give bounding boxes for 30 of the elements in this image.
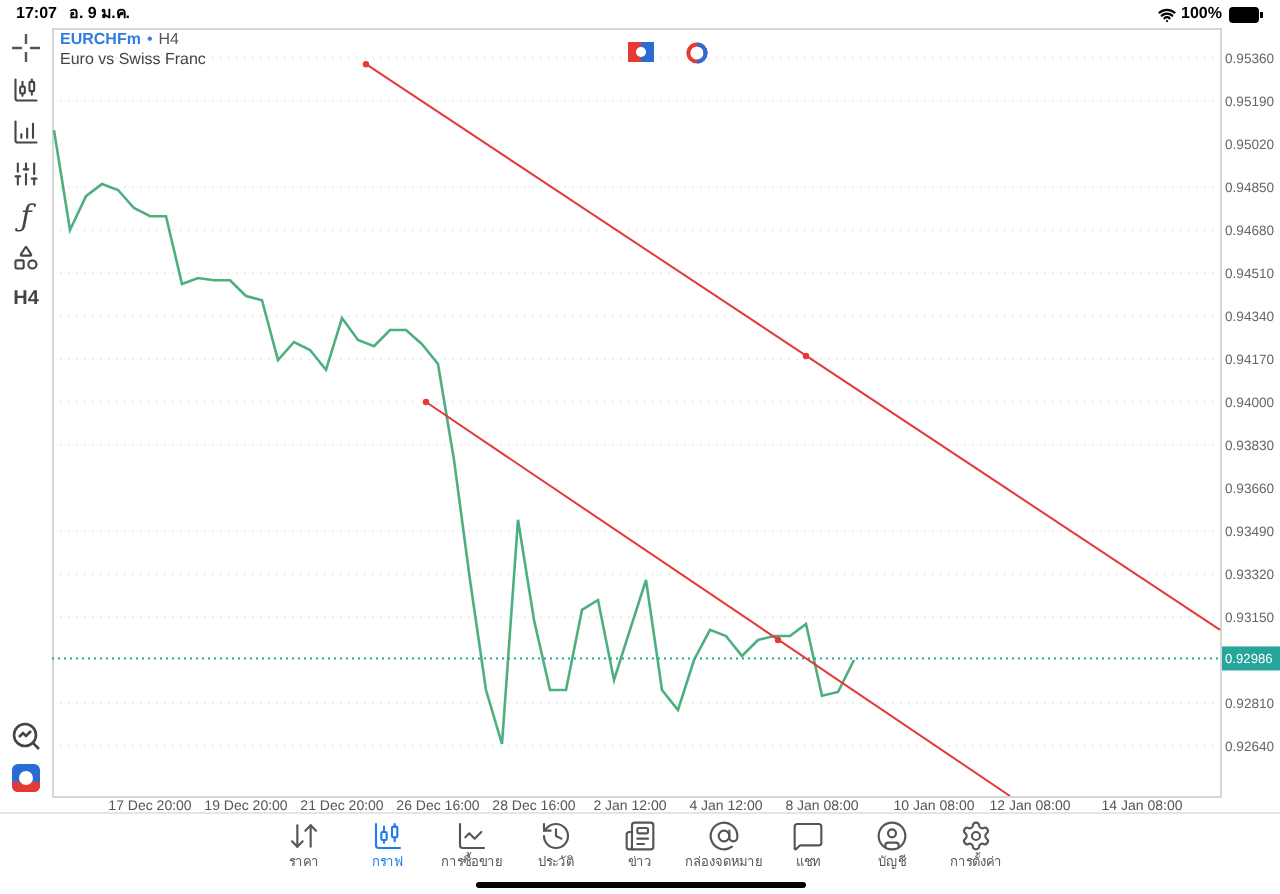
shapes-icon[interactable] [12,244,40,272]
line-chart-icon [456,820,488,852]
bar-chart-icon[interactable] [12,118,40,146]
separator: • [146,30,153,50]
sliders-icon[interactable] [12,160,40,188]
clock-ring-icon[interactable] [686,42,708,64]
user-icon [876,820,908,852]
symbol-name: EURCHFm [60,30,141,50]
clock-time: 17:07 [16,2,57,26]
symbol-description: Euro vs Swiss Franc [60,50,206,70]
battery-percent: 100% [1181,2,1222,26]
newspaper-icon [624,820,656,852]
crosshair-icon[interactable] [12,34,40,62]
current-price-badge [1222,646,1280,671]
one-click-trading-icon[interactable] [628,42,654,62]
at-sign-icon [708,820,740,852]
app-logo-icon[interactable] [12,764,40,792]
settings-icon [960,820,992,852]
history-icon [540,820,572,852]
up-down-arrows-icon [288,820,320,852]
candlestick-icon [372,820,404,852]
status-date: อ. 9 ม.ค. [68,2,131,26]
timeframe-label: H4 [158,30,179,50]
chat-bubble-icon [792,820,824,852]
timeframe-button[interactable]: H4 [13,286,39,314]
chart-search-icon[interactable] [12,722,40,750]
battery-icon [1228,5,1264,23]
wifi-icon [1157,5,1176,23]
function-button[interactable]: ƒ [20,202,32,230]
candlestick-icon[interactable] [12,76,40,104]
